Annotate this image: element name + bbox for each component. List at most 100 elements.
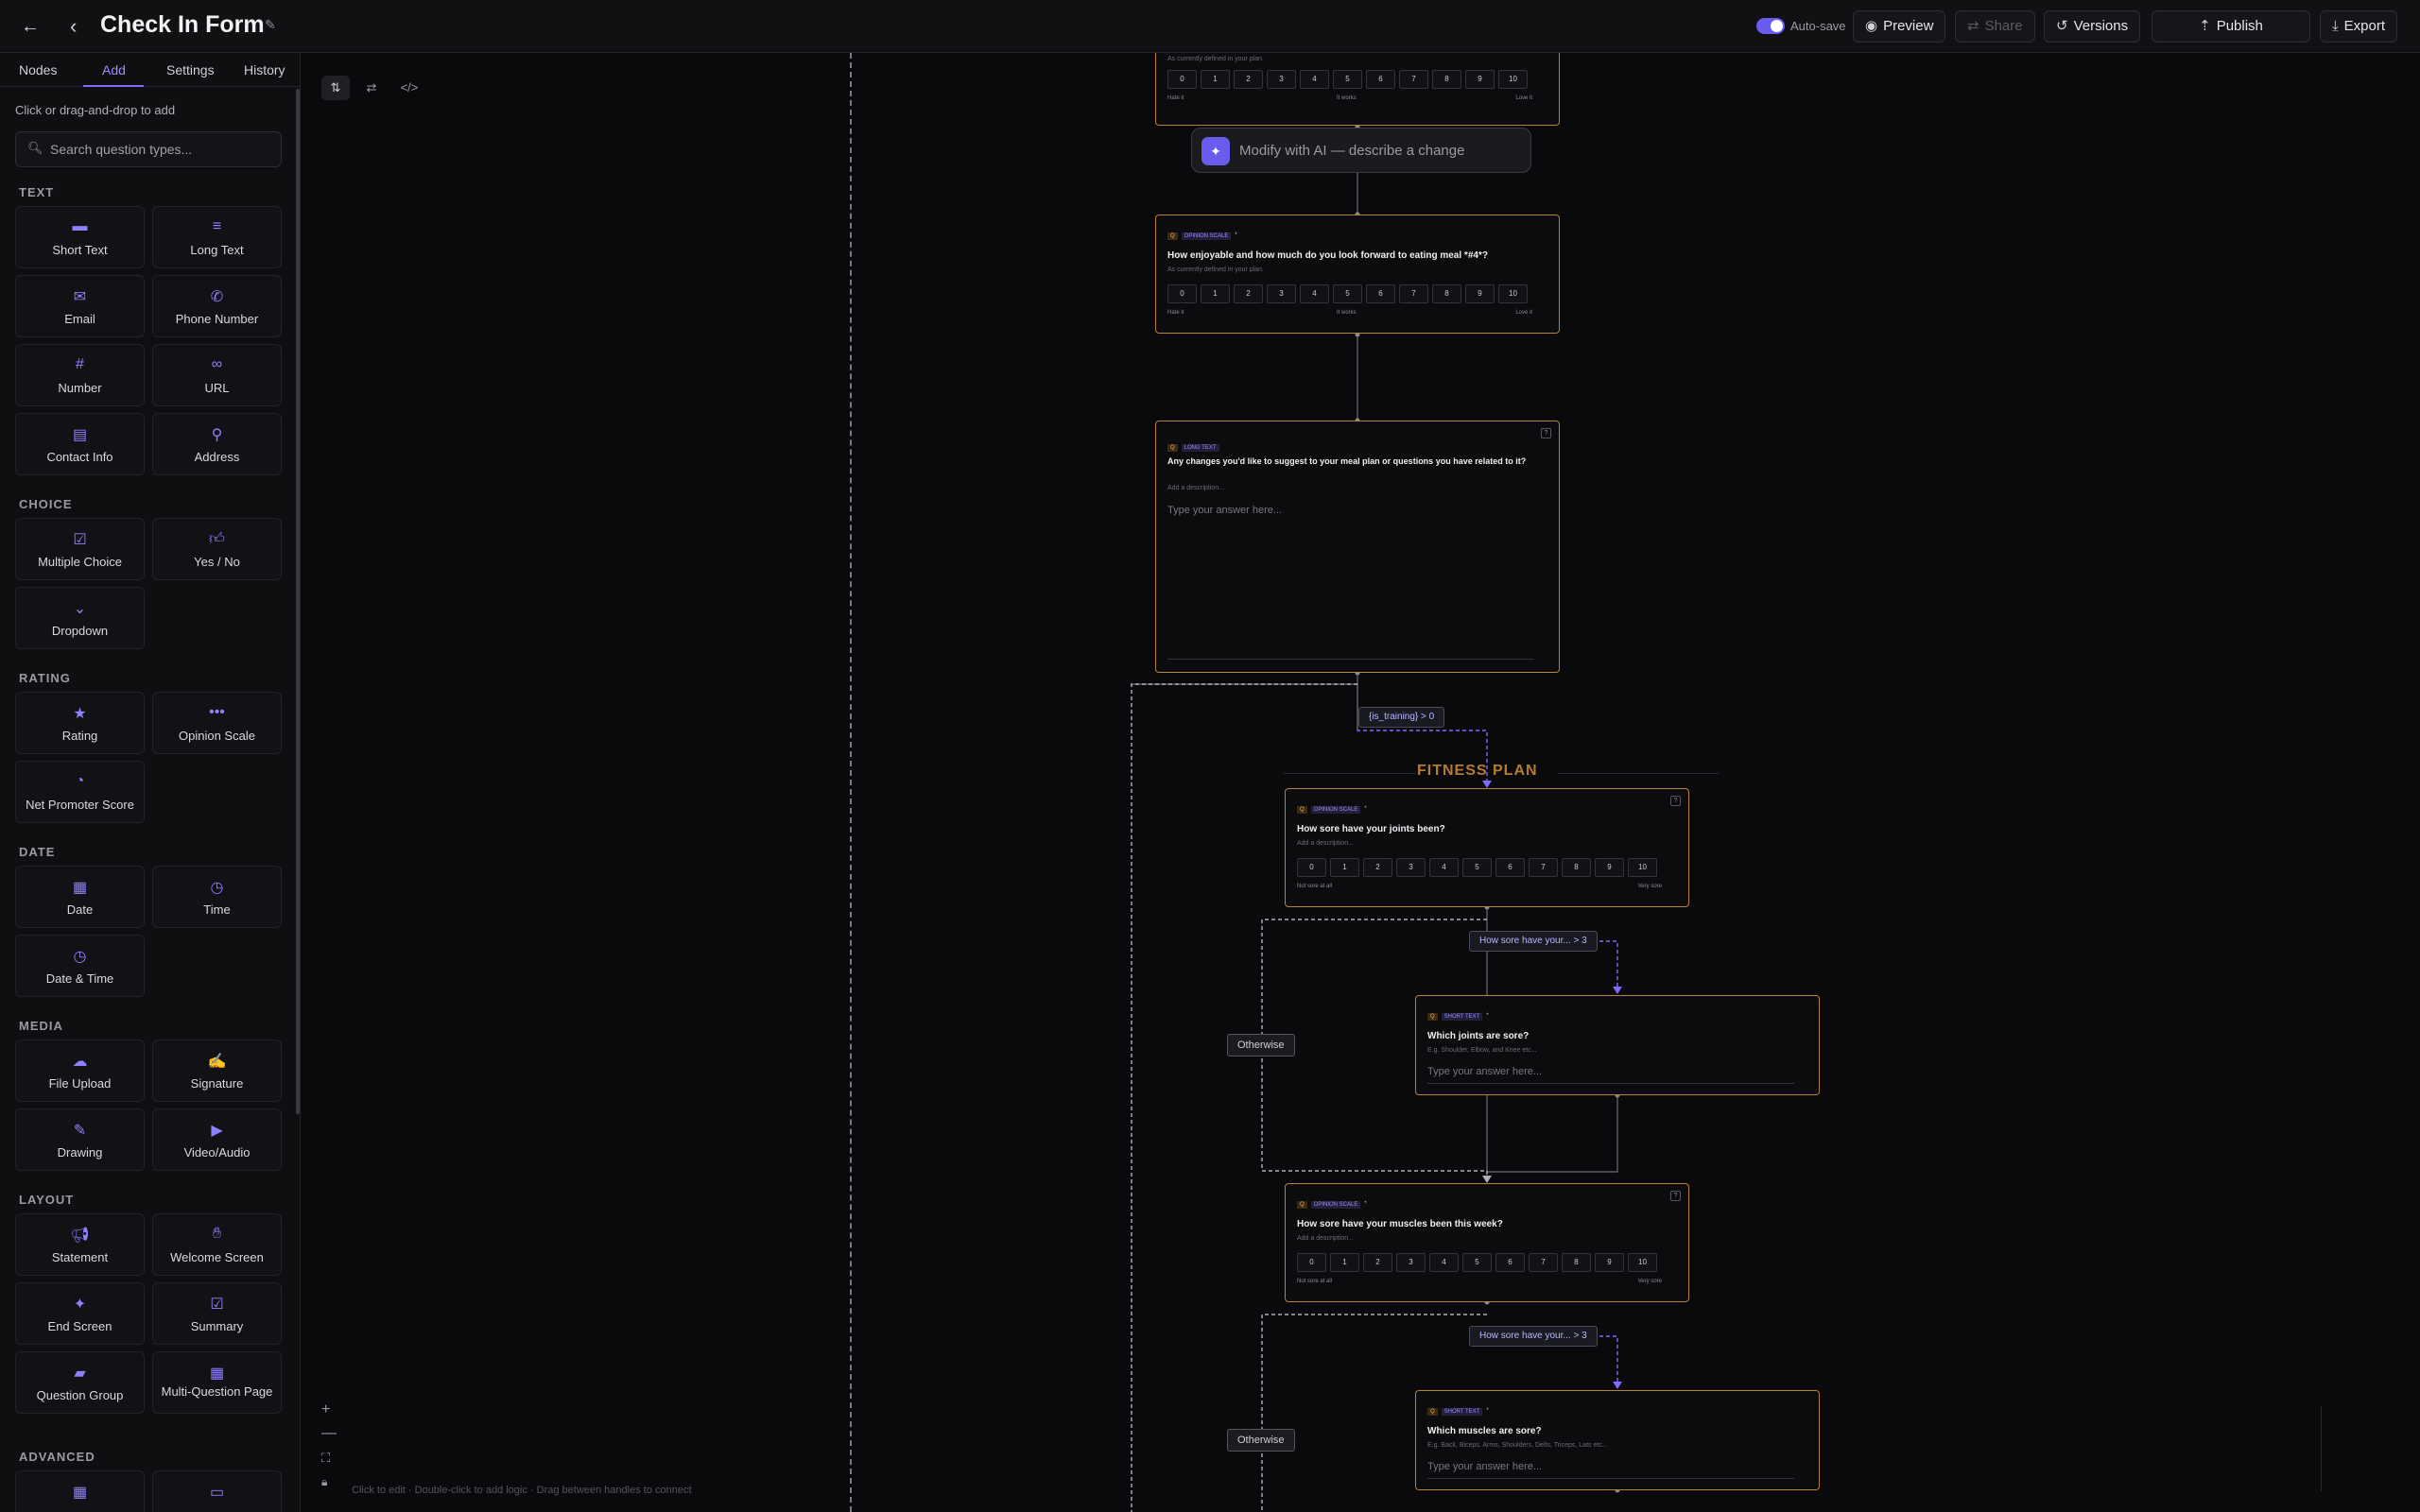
- add-number[interactable]: # Number: [15, 344, 145, 406]
- add-opinion-scale[interactable]: ••• Opinion Scale: [152, 692, 282, 754]
- add-video-audio[interactable]: ▶ Video/Audio: [152, 1108, 282, 1171]
- add-rating[interactable]: ★ Rating: [15, 692, 145, 754]
- fit-view-icon[interactable]: ⛶: [321, 1451, 330, 1466]
- publish-icon: ⇡: [2199, 18, 2211, 34]
- add-hint: Click or drag-and-drop to add: [15, 103, 176, 117]
- question-card-meal-changes[interactable]: ? Q LONG TEXT Any changes you'd like to s…: [1155, 421, 1560, 673]
- add-date[interactable]: ▦ Date: [15, 866, 145, 928]
- preview-button[interactable]: ◉ Preview: [1853, 10, 1946, 43]
- lock-icon[interactable]: 🔒︎: [321, 1475, 327, 1489]
- group-title-fitness-plan[interactable]: FITNESS PLAN: [1417, 763, 1538, 780]
- add-statement[interactable]: 📢︎ Statement: [15, 1213, 145, 1276]
- help-icon[interactable]: ?: [1670, 1191, 1681, 1201]
- active-tab-indicator: [83, 85, 144, 87]
- download-icon: ⤓: [2332, 18, 2339, 34]
- condition-muscle-soreness[interactable]: How sore have your... > 3: [1469, 1326, 1598, 1347]
- question-card-which-joints[interactable]: Q SHORT TEXT * Which joints are sore? E.g.…: [1415, 995, 1820, 1095]
- tab-settings[interactable]: Settings: [166, 62, 215, 77]
- advanced-item-2[interactable]: ▭: [152, 1470, 282, 1512]
- zoom-out-icon[interactable]: —: [321, 1425, 337, 1442]
- add-long-text[interactable]: ≡ Long Text: [152, 206, 282, 268]
- add-question-group[interactable]: ▰ Question Group: [15, 1351, 145, 1414]
- star-icon: ★: [73, 706, 87, 722]
- tab-add[interactable]: Add: [102, 62, 126, 77]
- ai-modify-bar[interactable]: ✦ Modify with AI — describe a change: [1191, 128, 1531, 173]
- add-nps[interactable]: ◔ Net Promoter Score: [15, 761, 145, 823]
- question-card-muscle-soreness[interactable]: ? Q OPINION SCALE * How sore have your mus…: [1285, 1183, 1689, 1302]
- section-choice: CHOICE: [19, 497, 73, 511]
- sidebar: Nodes Add Settings History Click or drag…: [0, 53, 301, 1512]
- grid-icon: ▦: [209, 1366, 225, 1382]
- help-icon[interactable]: ?: [1541, 428, 1551, 438]
- signature-icon: ✍: [207, 1054, 227, 1070]
- question-card-meal-enjoyment[interactable]: Q OPINION SCALE * How enjoyable and how mu…: [1155, 215, 1560, 334]
- add-short-text[interactable]: ▬ Short Text: [15, 206, 145, 268]
- eye-icon: ◉: [1865, 18, 1878, 34]
- add-yes-no[interactable]: 👍︎ Yes / No: [152, 518, 282, 580]
- add-dropdown[interactable]: ⌄ Dropdown: [15, 587, 145, 649]
- minimap-edge: [2310, 1406, 2322, 1491]
- add-date-time[interactable]: ◷ Date & Time: [15, 935, 145, 997]
- add-address[interactable]: ⚲ Address: [152, 413, 282, 475]
- history-icon: ↺: [2056, 18, 2068, 34]
- autosave-toggle[interactable]: [1756, 18, 1785, 34]
- add-signature[interactable]: ✍ Signature: [152, 1040, 282, 1102]
- question-card-joints-soreness[interactable]: ? Q OPINION SCALE * How sore have your joi…: [1285, 788, 1689, 907]
- hash-icon: #: [76, 356, 84, 372]
- mail-icon: ✉: [73, 289, 87, 305]
- flow-canvas[interactable]: ⇅ ⇄ </> As currently defined in your pla…: [301, 53, 2420, 1512]
- section-advanced: ADVANCED: [19, 1450, 95, 1464]
- form-title[interactable]: Check In Form: [100, 11, 265, 39]
- opinion-scale: 0 1 2 3 4 5 6 7 8 9 10: [1167, 69, 1531, 89]
- folder-icon: ▰: [74, 1366, 86, 1382]
- section-layout: LAYOUT: [19, 1193, 75, 1207]
- add-contact-info[interactable]: ▤ Contact Info: [15, 413, 145, 475]
- megaphone-icon: 📢︎: [70, 1228, 90, 1244]
- share-icon: ⇄: [1967, 18, 1979, 34]
- condition-joints-soreness[interactable]: How sore have your... > 3: [1469, 931, 1598, 952]
- opinion-scale: 0 1 2 3 4 5 6 7 8 9 10: [1297, 1252, 1661, 1272]
- gauge-icon: ◔: [75, 773, 85, 789]
- add-multi-question-page[interactable]: ▦ Multi-Question Page: [152, 1351, 282, 1414]
- add-time[interactable]: ◷ Time: [152, 866, 282, 928]
- add-phone[interactable]: ✆ Phone Number: [152, 275, 282, 337]
- map-pin-icon: ⚲: [211, 427, 223, 443]
- tab-nodes[interactable]: Nodes: [19, 62, 57, 77]
- sidebar-scrollbar[interactable]: [296, 89, 300, 1114]
- question-card-top[interactable]: As currently defined in your plan. 01234…: [1155, 53, 1560, 126]
- chevron-left-icon[interactable]: ‹: [70, 15, 89, 38]
- otherwise-label-joints[interactable]: Otherwise: [1227, 1034, 1295, 1057]
- otherwise-label-muscles[interactable]: Otherwise: [1227, 1429, 1295, 1452]
- question-type-search[interactable]: 🔍︎: [15, 131, 282, 167]
- add-multiple-choice[interactable]: ☑ Multiple Choice: [15, 518, 145, 580]
- add-summary[interactable]: ☑ Summary: [152, 1282, 282, 1345]
- back-arrow-icon[interactable]: ←: [19, 15, 42, 38]
- canvas-hint: Click to edit · Double-click to add logi…: [352, 1485, 692, 1496]
- publish-button[interactable]: ⇡ Publish: [2152, 10, 2310, 43]
- advanced-item-1[interactable]: ▦: [15, 1470, 145, 1512]
- section-rating: RATING: [19, 671, 71, 685]
- export-button[interactable]: ⤓ Export: [2320, 10, 2397, 43]
- search-input[interactable]: [50, 140, 273, 159]
- add-url[interactable]: ∞ URL: [152, 344, 282, 406]
- add-end-screen[interactable]: ✦ End Screen: [15, 1282, 145, 1345]
- cloud-upload-icon: ☁: [72, 1054, 88, 1070]
- condition-is-training[interactable]: {is_training} > 0: [1358, 707, 1445, 728]
- add-welcome-screen[interactable]: ✋︎ Welcome Screen: [152, 1213, 282, 1276]
- edit-title-pencil-icon[interactable]: ✎: [265, 17, 276, 33]
- question-card-which-muscles[interactable]: Q SHORT TEXT * Which muscles are sore? E.g…: [1415, 1390, 1820, 1490]
- add-file-upload[interactable]: ☁ File Upload: [15, 1040, 145, 1102]
- video-icon: ▶: [211, 1123, 223, 1139]
- phone-icon: ✆: [210, 289, 224, 305]
- versions-button[interactable]: ↺ Versions: [2044, 10, 2141, 43]
- share-button[interactable]: ⇄ Share: [1955, 10, 2035, 43]
- search-icon: 🔍︎: [27, 141, 43, 155]
- clock-icon: ◷: [73, 949, 87, 965]
- help-icon[interactable]: ?: [1670, 796, 1681, 806]
- add-email[interactable]: ✉ Email: [15, 275, 145, 337]
- checklist-icon: ☑: [73, 532, 87, 548]
- zoom-in-icon[interactable]: +: [321, 1401, 330, 1418]
- add-drawing[interactable]: ✎ Drawing: [15, 1108, 145, 1171]
- group-divider-left: [1284, 773, 1416, 774]
- tab-history[interactable]: History: [244, 62, 285, 77]
